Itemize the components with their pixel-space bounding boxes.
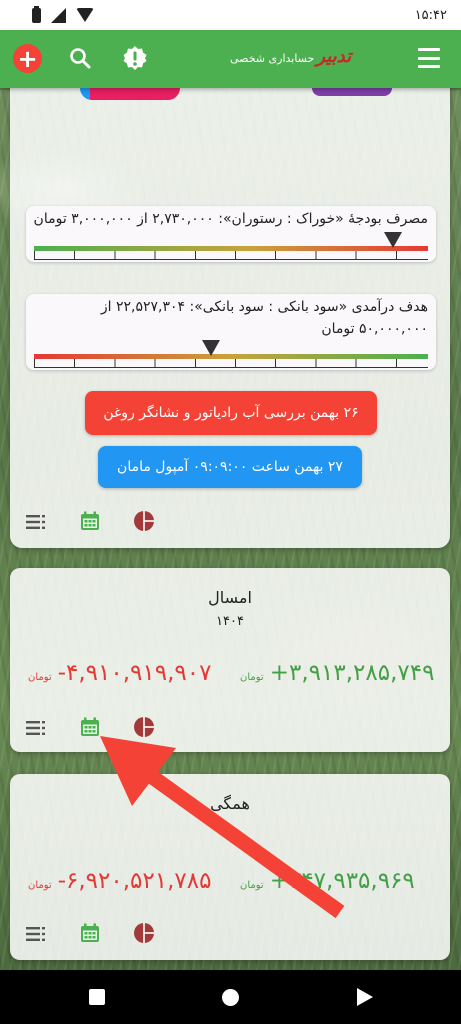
expense-value: -۶,۹۲۰,۵۲۱,۷۸۵ bbox=[57, 868, 212, 894]
back-button[interactable] bbox=[357, 988, 373, 1006]
event-reminder-red[interactable]: ۲۶ بهمن بررسی آب رادیاتور و نشانگر روغن bbox=[85, 391, 377, 435]
card-title: امسال bbox=[208, 588, 252, 607]
brand: حسابداری شخصی تدبیر bbox=[230, 46, 351, 67]
income-value: +۳,۹۱۳,۲۸۵,۷۴۹ bbox=[269, 660, 435, 686]
add-icon: + bbox=[17, 44, 38, 73]
home-button[interactable] bbox=[222, 989, 239, 1006]
pie-chart-right bbox=[312, 88, 392, 96]
this-year-card[interactable]: امسال ۱۴۰۴ تومان -۴,۹۱۰,۹۱۹,۹۰۷ تومان +۳… bbox=[10, 568, 450, 752]
pie-chart-icon[interactable] bbox=[133, 922, 155, 944]
calendar-icon[interactable] bbox=[80, 717, 100, 737]
expense-amount: تومان -۴,۹۱۰,۹۱۹,۹۰۷ bbox=[28, 660, 211, 686]
budget-gauge bbox=[34, 232, 428, 260]
income-amount: تومان +۳,۹۱۳,۲۸۵,۷۴۹ bbox=[240, 660, 434, 686]
brand-logo: تدبیر bbox=[316, 46, 352, 67]
recents-button[interactable] bbox=[89, 989, 105, 1005]
card-title: همگی bbox=[210, 794, 250, 813]
system-nav-bar bbox=[0, 970, 461, 1024]
brand-subtitle: حسابداری شخصی bbox=[230, 52, 315, 65]
income-goal-text: هدف درآمدی «سود بانکی : سود بانکی»: ۲۲,۵… bbox=[100, 299, 428, 337]
income-goal-gauge bbox=[34, 340, 428, 368]
income-goal-card[interactable]: هدف درآمدی «سود بانکی : سود بانکی»: ۲۲,۵… bbox=[26, 294, 436, 370]
expense-unit: تومان bbox=[28, 880, 52, 891]
list-icon[interactable] bbox=[26, 721, 46, 735]
income-unit: تومان bbox=[240, 880, 264, 891]
calendar-icon[interactable] bbox=[80, 511, 100, 531]
all-time-card[interactable]: همگی تومان -۶,۹۲۰,۵۲۱,۷۸۵ تومان +۳۴۷,۹۳۵… bbox=[10, 774, 450, 960]
gauge-marker bbox=[202, 340, 221, 356]
list-icon[interactable] bbox=[26, 927, 46, 941]
expense-value: -۴,۹۱۰,۹۱۹,۹۰۷ bbox=[57, 660, 212, 686]
status-time: ۱۵:۴۲ bbox=[414, 7, 447, 23]
expense-amount: تومان -۶,۹۲۰,۵۲۱,۷۸۵ bbox=[28, 868, 211, 894]
search-icon[interactable] bbox=[68, 46, 92, 70]
status-icons bbox=[32, 5, 94, 23]
battery-icon bbox=[32, 5, 41, 23]
pie-chart-left bbox=[80, 88, 180, 100]
gauge-marker bbox=[383, 232, 402, 248]
add-button[interactable]: + bbox=[13, 44, 42, 73]
budget-card-restaurant[interactable]: مصرف بودجهٔ «خوراک : رستوران»: ۲,۷۳۰,۰۰۰… bbox=[26, 206, 436, 262]
list-icon[interactable] bbox=[26, 515, 46, 529]
menu-icon[interactable] bbox=[418, 48, 440, 68]
app-bar: + حسابداری شخصی تدبیر bbox=[0, 30, 461, 88]
pie-chart-icon[interactable] bbox=[133, 510, 155, 532]
signal-icon bbox=[51, 7, 66, 23]
event-reminder-blue[interactable]: ۲۷ بهمن ساعت ۰۹:۰۹:۰۰ آمپول مامان bbox=[98, 446, 362, 488]
calendar-icon[interactable] bbox=[80, 923, 100, 943]
income-value: +۳۴۷,۹۳۵,۹۶۹ bbox=[269, 868, 415, 894]
expense-unit: تومان bbox=[28, 672, 52, 683]
status-bar: ۱۵:۴۲ bbox=[0, 0, 461, 30]
income-unit: تومان bbox=[240, 672, 264, 683]
wifi-icon bbox=[76, 8, 94, 22]
alert-badge-icon[interactable] bbox=[122, 45, 148, 71]
pie-chart-icon[interactable] bbox=[133, 716, 155, 738]
card-year: ۱۴۰۴ bbox=[216, 614, 244, 629]
budget-text: مصرف بودجهٔ «خوراک : رستوران»: ۲,۷۳۰,۰۰۰… bbox=[33, 211, 428, 227]
income-amount: تومان +۳۴۷,۹۳۵,۹۶۹ bbox=[240, 868, 415, 894]
